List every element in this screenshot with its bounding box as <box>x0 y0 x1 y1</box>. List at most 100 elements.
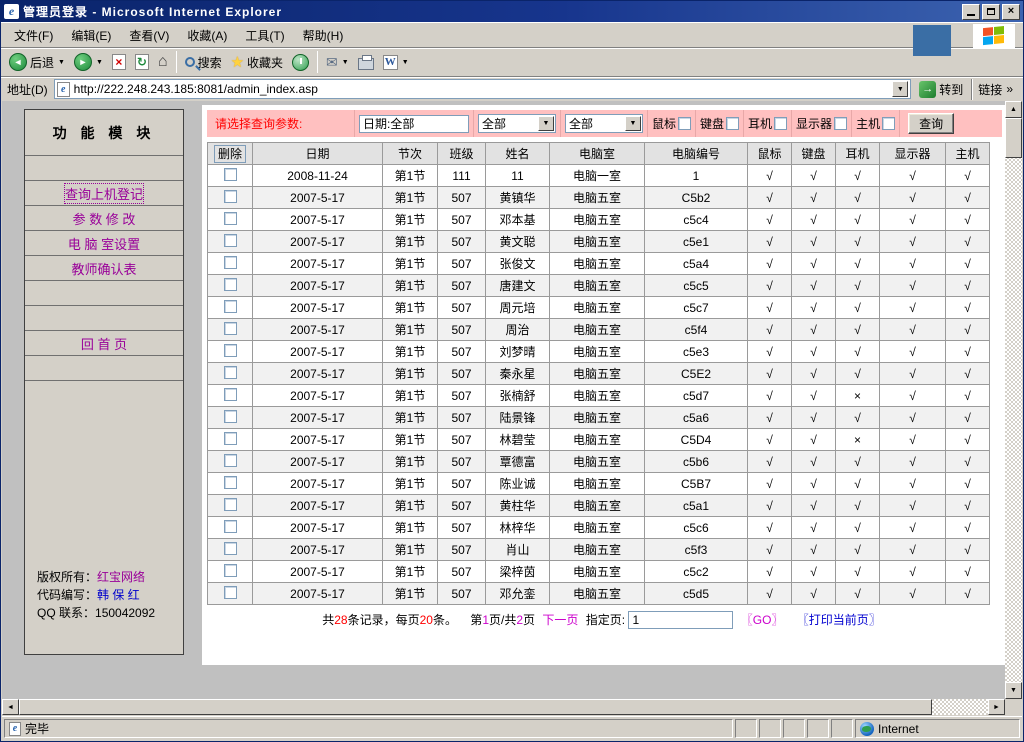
mail-dropdown-icon[interactable]: ▼ <box>342 59 349 66</box>
row-delete-checkbox[interactable] <box>224 366 237 379</box>
back-button[interactable]: ◄ 后退 ▼ <box>5 50 69 75</box>
sidebar-item-home[interactable]: 回 首 页 <box>25 331 183 356</box>
sidebar-link-label[interactable]: 教师确认表 <box>71 259 136 278</box>
edit-dropdown-icon[interactable]: ▼ <box>402 59 409 66</box>
monitor-filter: 显示器 <box>792 110 852 137</box>
vertical-scroll-thumb[interactable] <box>1005 118 1022 158</box>
back-dropdown-icon[interactable]: ▼ <box>58 59 65 66</box>
sidebar-link-label[interactable]: 电 脑 室设置 <box>68 234 140 253</box>
table-row: 2007-5-17第1节507邓本基电脑五室c5c4√√√√√ <box>208 209 990 231</box>
menu-view[interactable]: 查看(V) <box>120 24 178 47</box>
scroll-down-button[interactable]: ▼ <box>1005 682 1022 699</box>
history-button[interactable] <box>288 50 313 75</box>
next-page-link[interactable]: 下一页 <box>542 613 578 627</box>
cell-mark-host: √ <box>946 561 990 583</box>
row-delete-checkbox[interactable] <box>224 388 237 401</box>
menu-bar: 文件(F)编辑(E)查看(V)收藏(A)工具(T)帮助(H) <box>1 22 1023 47</box>
address-field[interactable]: e http://222.248.243.185:8081/admin_inde… <box>54 79 912 99</box>
row-delete-checkbox[interactable] <box>224 322 237 335</box>
scroll-right-button[interactable]: ► <box>988 699 1005 715</box>
menu-edit[interactable]: 编辑(E) <box>62 24 120 47</box>
cell-mark-mouse: √ <box>748 517 792 539</box>
close-icon: × <box>1008 6 1014 17</box>
row-delete-checkbox[interactable] <box>224 212 237 225</box>
monitor-filter-checkbox[interactable] <box>834 117 847 130</box>
row-delete-checkbox[interactable] <box>224 542 237 555</box>
row-delete-checkbox[interactable] <box>224 586 237 599</box>
back-label: 后退 <box>30 54 54 71</box>
menu-file[interactable]: 文件(F) <box>5 24 62 47</box>
query-submit-button[interactable]: 查询 <box>908 113 954 134</box>
browser-viewport: 功 能 模 块 查询上机登记 参 数 修 改 电 脑 室设置 教师确认表 回 首… <box>2 101 1022 699</box>
sidebar-link-label[interactable]: 回 首 页 <box>81 334 127 353</box>
print-button[interactable] <box>354 50 378 75</box>
delete-header-link[interactable]: 删除 <box>214 145 246 163</box>
sidebar-link-label[interactable]: 查询上机登记 <box>65 184 143 203</box>
row-delete-checkbox[interactable] <box>224 476 237 489</box>
scroll-left-button[interactable]: ◄ <box>2 699 19 715</box>
forward-dropdown-icon[interactable]: ▼ <box>96 59 103 66</box>
row-delete-checkbox[interactable] <box>224 454 237 467</box>
cell-room: 电脑五室 <box>550 363 645 385</box>
scroll-up-button[interactable]: ▲ <box>1005 101 1022 118</box>
menu-tools[interactable]: 工具(T) <box>236 24 293 47</box>
room-filter-select[interactable]: 全部 ▼ <box>478 114 556 133</box>
sidebar-item-teacher-confirm[interactable]: 教师确认表 <box>25 256 183 281</box>
favorites-button[interactable]: ★ 收藏夹 <box>227 50 287 75</box>
links-button[interactable]: 链接 » <box>971 79 1019 100</box>
sidebar-item-param-modify[interactable]: 参 数 修 改 <box>25 206 183 231</box>
row-delete-checkbox[interactable] <box>224 520 237 533</box>
cell-date: 2007-5-17 <box>253 429 383 451</box>
row-delete-checkbox[interactable] <box>224 564 237 577</box>
goto-page-input[interactable] <box>628 611 733 629</box>
row-delete-checkbox[interactable] <box>224 300 237 313</box>
mouse-filter-checkbox[interactable] <box>678 117 691 130</box>
sidebar-item-room-setup[interactable]: 电 脑 室设置 <box>25 231 183 256</box>
sidebar-link-label[interactable]: 参 数 修 改 <box>73 209 136 228</box>
toolbar: ◄ 后退 ▼ ► ▼ × ↻ ⌂ 搜索 ★ 收藏夹 ✉ <box>1 47 1023 76</box>
row-delete-checkbox[interactable] <box>224 256 237 269</box>
row-delete-checkbox[interactable] <box>224 168 237 181</box>
row-delete-checkbox[interactable] <box>224 410 237 423</box>
row-delete-checkbox[interactable] <box>224 234 237 247</box>
address-url[interactable]: http://222.248.243.185:8081/admin_index.… <box>74 82 889 96</box>
horizontal-scroll-thumb[interactable] <box>19 699 932 715</box>
row-delete-checkbox[interactable] <box>224 278 237 291</box>
address-dropdown-button[interactable]: ▼ <box>892 81 908 97</box>
vertical-scrollbar[interactable]: ▲ ▼ <box>1005 101 1022 699</box>
row-delete-checkbox[interactable] <box>224 498 237 511</box>
cell-period: 第1节 <box>383 429 438 451</box>
print-current-page-link[interactable]: 〖打印当前页〗 <box>797 613 881 627</box>
cell-period: 第1节 <box>383 385 438 407</box>
menu-favorites[interactable]: 收藏(A) <box>178 24 236 47</box>
refresh-button[interactable]: ↻ <box>131 50 153 75</box>
home-button[interactable]: ⌂ <box>154 50 172 75</box>
sidebar-item-query-login[interactable]: 查询上机登记 <box>25 181 183 206</box>
stop-button[interactable]: × <box>108 50 130 75</box>
go-page-link[interactable]: 〖GO〗 <box>741 613 784 627</box>
cell-mark-monitor: √ <box>880 495 946 517</box>
cell-mark-monitor: √ <box>880 517 946 539</box>
host-filter-checkbox[interactable] <box>882 117 895 130</box>
cell-period: 第1节 <box>383 517 438 539</box>
mail-button[interactable]: ✉ ▼ <box>322 50 353 75</box>
select-dropdown-icon[interactable]: ▼ <box>538 116 554 131</box>
select-dropdown-icon[interactable]: ▼ <box>625 116 641 131</box>
go-button[interactable]: → 转到 <box>915 80 967 99</box>
restore-button[interactable] <box>982 4 1000 20</box>
forward-button[interactable]: ► ▼ <box>70 50 107 75</box>
horizontal-scrollbar[interactable]: ◄ ► <box>2 699 1005 715</box>
period-filter-select[interactable]: 全部 ▼ <box>565 114 643 133</box>
keyboard-filter-checkbox[interactable] <box>726 117 739 130</box>
search-button[interactable]: 搜索 <box>181 50 226 75</box>
minimize-button[interactable] <box>962 4 980 20</box>
date-filter-input[interactable] <box>359 115 469 133</box>
row-delete-checkbox[interactable] <box>224 344 237 357</box>
cell-pc-no: 1 <box>645 165 748 187</box>
menu-help[interactable]: 帮助(H) <box>294 24 353 47</box>
row-delete-checkbox[interactable] <box>224 190 237 203</box>
headphone-filter-checkbox[interactable] <box>774 117 787 130</box>
close-button[interactable]: × <box>1002 4 1020 20</box>
edit-with-word-button[interactable]: W ▼ <box>379 50 413 75</box>
row-delete-checkbox[interactable] <box>224 432 237 445</box>
